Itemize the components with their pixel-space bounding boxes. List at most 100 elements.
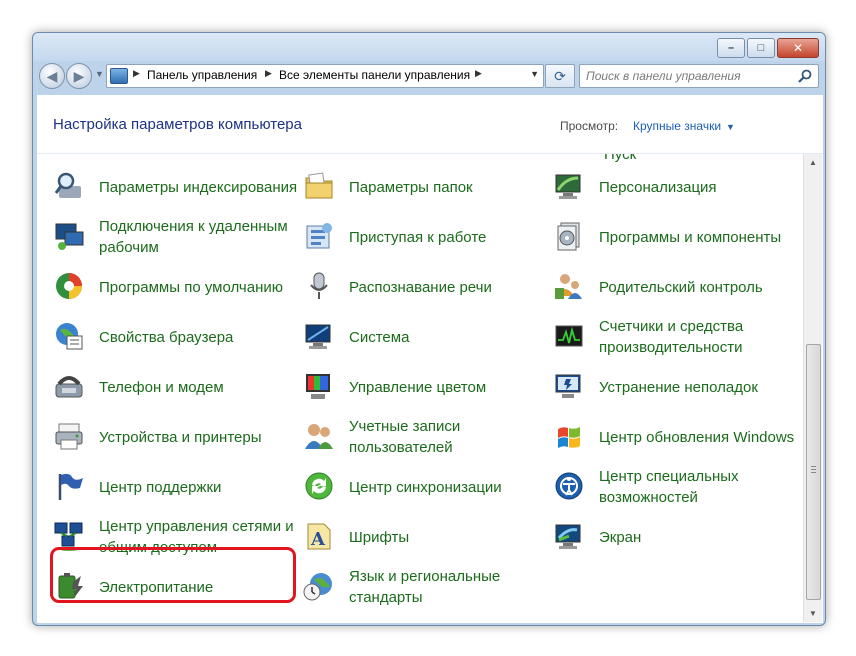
folder-options-icon bbox=[305, 172, 333, 199]
control-panel-item[interactable]: Устройства и принтеры bbox=[53, 414, 301, 460]
partial-item-start[interactable]: Пуск bbox=[604, 154, 636, 163]
svg-text:A: A bbox=[310, 529, 326, 550]
forward-button[interactable]: ▶ bbox=[66, 63, 92, 89]
display-icon bbox=[555, 524, 581, 549]
control-panel-item[interactable]: Система bbox=[303, 314, 551, 360]
control-panel-item[interactable]: Центр поддержки bbox=[53, 464, 301, 510]
indexing-magnifier-icon bbox=[54, 172, 81, 198]
search-box[interactable] bbox=[579, 64, 819, 88]
back-button[interactable]: ◀ bbox=[39, 63, 65, 89]
control-panel-item[interactable]: Параметры индексирования bbox=[53, 164, 301, 210]
scroll-down-icon[interactable]: ▼ bbox=[804, 605, 822, 622]
control-panel-item[interactable]: Параметры папок bbox=[303, 164, 551, 210]
breadcrumb-arrow-icon[interactable]: ▶ bbox=[475, 68, 482, 79]
item-label[interactable]: Система bbox=[349, 314, 549, 360]
grip-line bbox=[811, 472, 816, 473]
address-bar[interactable]: ▶ Панель управления ▶ Все элементы панел… bbox=[106, 64, 544, 88]
control-panel-item[interactable]: Центр специальных возможностей bbox=[553, 464, 801, 510]
control-panel-item[interactable]: Центр синхронизации bbox=[303, 464, 551, 510]
forward-arrow-icon: ▶ bbox=[73, 68, 85, 84]
control-panel-item[interactable]: Устранение неполадок bbox=[553, 364, 801, 410]
search-input[interactable] bbox=[584, 67, 794, 85]
control-panel-item[interactable]: Подключения к удаленным рабочим bbox=[53, 214, 301, 260]
control-panel-icon bbox=[110, 68, 128, 84]
troubleshooting-icon bbox=[555, 374, 581, 398]
region-clock-icon bbox=[303, 573, 332, 601]
item-label[interactable]: Распознавание речи bbox=[349, 264, 549, 310]
system-monitor-icon bbox=[305, 324, 331, 349]
item-label[interactable]: Экран bbox=[599, 514, 799, 560]
partial-item-icon bbox=[307, 154, 339, 158]
control-panel-item[interactable]: Учетные записи пользователей bbox=[303, 414, 551, 460]
item-label[interactable]: Программы по умолчанию bbox=[99, 264, 299, 310]
control-panel-item[interactable]: Приступая к работе bbox=[303, 214, 551, 260]
internet-globe-icon bbox=[56, 323, 83, 350]
refresh-icon: ⟳ bbox=[554, 68, 566, 84]
control-panel-window: – □ ✕ ◀ ▶ ▼ ▶ Панель управления ▶ Все эл… bbox=[32, 32, 826, 626]
control-panel-item[interactable]: Распознавание речи bbox=[303, 264, 551, 310]
content-pane: Настройка параметров компьютера Просмотр… bbox=[37, 95, 823, 623]
control-panel-item[interactable]: A Шрифты bbox=[303, 514, 551, 560]
scroll-up-icon[interactable]: ▲ bbox=[804, 154, 822, 171]
item-label[interactable]: Центр специальных возможностей bbox=[599, 464, 799, 510]
control-panel-item[interactable]: Родительский контроль bbox=[553, 264, 801, 310]
item-label[interactable]: Параметры индексирования bbox=[99, 164, 299, 210]
control-panel-item[interactable]: Свойства браузера bbox=[53, 314, 301, 360]
control-panel-item[interactable]: Счетчики и средства производительности bbox=[553, 314, 801, 360]
microphone-icon bbox=[310, 272, 328, 299]
view-by-dropdown[interactable]: Крупные значки ▼ bbox=[633, 119, 735, 133]
item-label[interactable]: Свойства браузера bbox=[99, 314, 299, 360]
title-bar[interactable]: – □ ✕ bbox=[33, 33, 825, 61]
item-label[interactable]: Родительский контроль bbox=[599, 264, 799, 310]
item-label[interactable]: Устройства и принтеры bbox=[99, 414, 299, 460]
breadcrumb-arrow-icon[interactable]: ▶ bbox=[133, 68, 140, 79]
scrollbar-thumb[interactable] bbox=[806, 344, 821, 600]
item-label[interactable]: Шрифты bbox=[349, 514, 549, 560]
control-panel-item[interactable]: Управление цветом bbox=[303, 364, 551, 410]
chevron-down-icon: ▼ bbox=[726, 122, 735, 132]
breadcrumb-control-panel[interactable]: Панель управления bbox=[147, 68, 257, 82]
item-label[interactable]: Центр поддержки bbox=[99, 464, 299, 510]
user-accounts-icon bbox=[305, 424, 333, 449]
recent-pages-chevron-icon[interactable]: ▼ bbox=[95, 69, 104, 79]
item-label[interactable]: Счетчики и средства производительности bbox=[599, 314, 799, 360]
partial-item-icon bbox=[61, 154, 93, 160]
vertical-scrollbar[interactable]: ▲ ▼ bbox=[803, 154, 822, 622]
breadcrumb-all-items[interactable]: Все элементы панели управления bbox=[279, 68, 470, 82]
control-panel-item[interactable]: Экран bbox=[553, 514, 801, 560]
item-label[interactable]: Параметры папок bbox=[349, 164, 549, 210]
control-panel-item[interactable]: Персонализация bbox=[553, 164, 801, 210]
address-dropdown-icon[interactable]: ▼ bbox=[530, 69, 539, 79]
item-label[interactable]: Учетные записи пользователей bbox=[349, 414, 549, 460]
control-panel-item[interactable]: Программы и компоненты bbox=[553, 214, 801, 260]
highlight-frame bbox=[50, 547, 296, 603]
fonts-icon: A bbox=[307, 523, 331, 550]
minimize-button[interactable]: – bbox=[717, 38, 745, 58]
refresh-button[interactable]: ⟳ bbox=[545, 64, 575, 88]
close-icon: ✕ bbox=[792, 41, 804, 55]
item-label[interactable]: Приступая к работе bbox=[349, 214, 549, 260]
close-button[interactable]: ✕ bbox=[777, 38, 819, 58]
phone-modem-icon bbox=[55, 376, 83, 398]
item-label[interactable]: Центр синхронизации bbox=[349, 464, 549, 510]
action-center-flag-icon bbox=[58, 473, 83, 500]
breadcrumb-arrow-icon[interactable]: ▶ bbox=[265, 68, 272, 79]
search-icon[interactable] bbox=[797, 68, 813, 84]
control-panel-item[interactable]: Язык и региональные стандарты bbox=[303, 564, 551, 610]
maximize-button[interactable]: □ bbox=[747, 38, 775, 58]
control-panel-item[interactable]: Телефон и модем bbox=[53, 364, 301, 410]
personalization-icon bbox=[555, 174, 581, 199]
navigation-bar: ◀ ▶ ▼ ▶ Панель управления ▶ Все элементы… bbox=[33, 61, 825, 91]
control-panel-item[interactable]: Программы по умолчанию bbox=[53, 264, 301, 310]
item-label[interactable]: Устранение неполадок bbox=[599, 364, 799, 410]
item-label[interactable]: Персонализация bbox=[599, 164, 799, 210]
item-label[interactable]: Центр обновления Windows bbox=[599, 414, 799, 460]
item-label[interactable]: Язык и региональные стандарты bbox=[349, 564, 549, 610]
view-by-label: Просмотр: bbox=[560, 119, 619, 133]
item-label[interactable]: Телефон и модем bbox=[99, 364, 299, 410]
item-label[interactable]: Программы и компоненты bbox=[599, 214, 799, 260]
control-panel-item[interactable]: Центр обновления Windows bbox=[553, 414, 801, 460]
item-label[interactable]: Управление цветом bbox=[349, 364, 549, 410]
page-header: Настройка параметров компьютера Просмотр… bbox=[37, 95, 823, 154]
item-label[interactable]: Подключения к удаленным рабочим bbox=[99, 214, 299, 260]
